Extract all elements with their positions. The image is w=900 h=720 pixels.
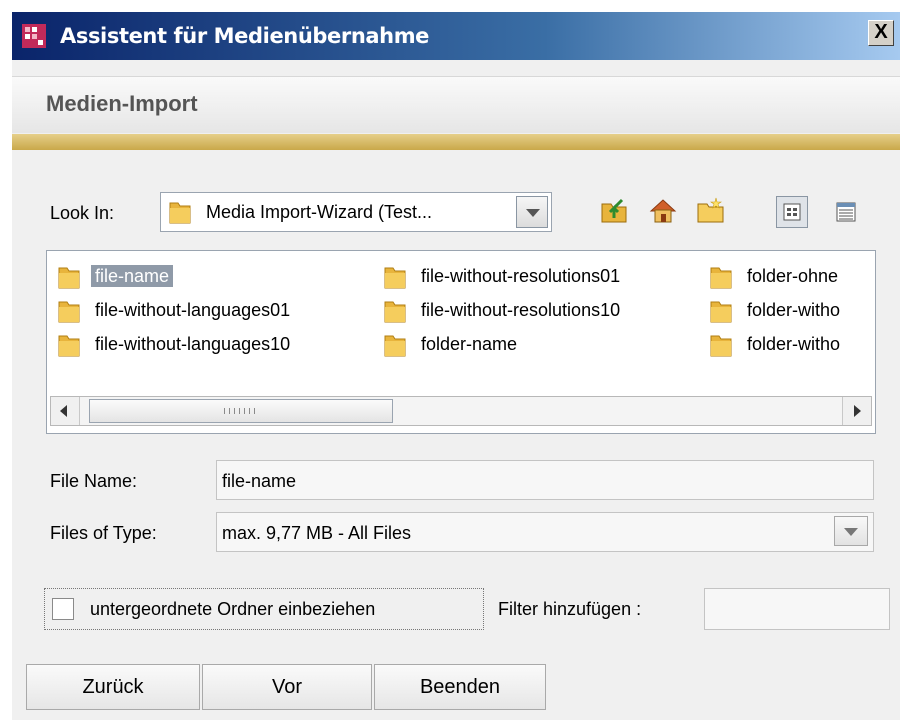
folder-icon: [169, 202, 191, 224]
lookin-value: Media Import-Wizard (Test...: [206, 202, 433, 222]
filetype-value: max. 9,77 MB - All Files: [222, 523, 412, 543]
file-name-label: file-name: [91, 265, 174, 287]
file-name-label: folder-name: [421, 334, 518, 354]
folder-icon: [58, 267, 80, 289]
back-button[interactable]: Zurück: [26, 664, 200, 710]
next-button[interactable]: Vor: [202, 664, 372, 710]
filetype-label: Files of Type:: [50, 523, 157, 543]
new-folder-icon[interactable]: [696, 196, 726, 226]
lookin-dropdown-arrow[interactable]: [516, 196, 548, 228]
scroll-grip: [224, 408, 258, 414]
folder-icon: [384, 267, 406, 289]
folder-icon: [710, 267, 732, 289]
folder-icon: [710, 301, 732, 323]
file-name-label: file-without-languages10: [95, 334, 291, 354]
page-title: Medien-Import: [46, 91, 198, 116]
details-view-icon: [836, 202, 856, 222]
list-view-icon: [783, 203, 801, 221]
home-icon[interactable]: [648, 196, 678, 226]
lookin-label: Look In:: [50, 203, 115, 223]
file-name-label: file-without-languages01: [95, 300, 291, 320]
folder-icon: [58, 335, 80, 357]
file-name-label: file-without-resolutions10: [421, 300, 621, 320]
folder-icon: [58, 301, 80, 323]
subfolders-label: untergeordnete Ordner einbeziehen: [90, 599, 376, 619]
details-view-button[interactable]: [830, 196, 862, 228]
finish-button[interactable]: Beenden: [374, 664, 546, 710]
file-name-label: folder-witho: [747, 334, 841, 354]
file-name-label: file-without-resolutions01: [421, 266, 621, 286]
filename-label: File Name:: [50, 471, 138, 491]
scroll-left-button[interactable]: [51, 397, 80, 425]
accent-bar: [12, 134, 900, 150]
close-button[interactable]: X: [868, 20, 894, 46]
app-icon: [22, 24, 46, 48]
file-name-label: folder-witho: [747, 300, 841, 320]
folder-icon: [384, 335, 406, 357]
scroll-thumb[interactable]: [89, 399, 393, 423]
file-name-label: folder-ohne: [747, 266, 839, 286]
filter-input[interactable]: [704, 588, 890, 630]
filter-label: Filter hinzufügen :: [498, 599, 642, 619]
list-view-button[interactable]: [776, 196, 808, 228]
horizontal-scrollbar[interactable]: [50, 396, 872, 426]
up-folder-icon[interactable]: [600, 196, 630, 226]
folder-icon: [384, 301, 406, 323]
subfolders-checkbox[interactable]: [52, 598, 74, 620]
window-title: Assistent für Medienübernahme: [60, 24, 430, 48]
filename-input[interactable]: [216, 460, 874, 500]
filename-value: file-name: [222, 471, 297, 491]
scroll-right-button[interactable]: [842, 397, 871, 425]
filetype-dropdown-arrow[interactable]: [834, 516, 868, 546]
folder-icon: [710, 335, 732, 357]
